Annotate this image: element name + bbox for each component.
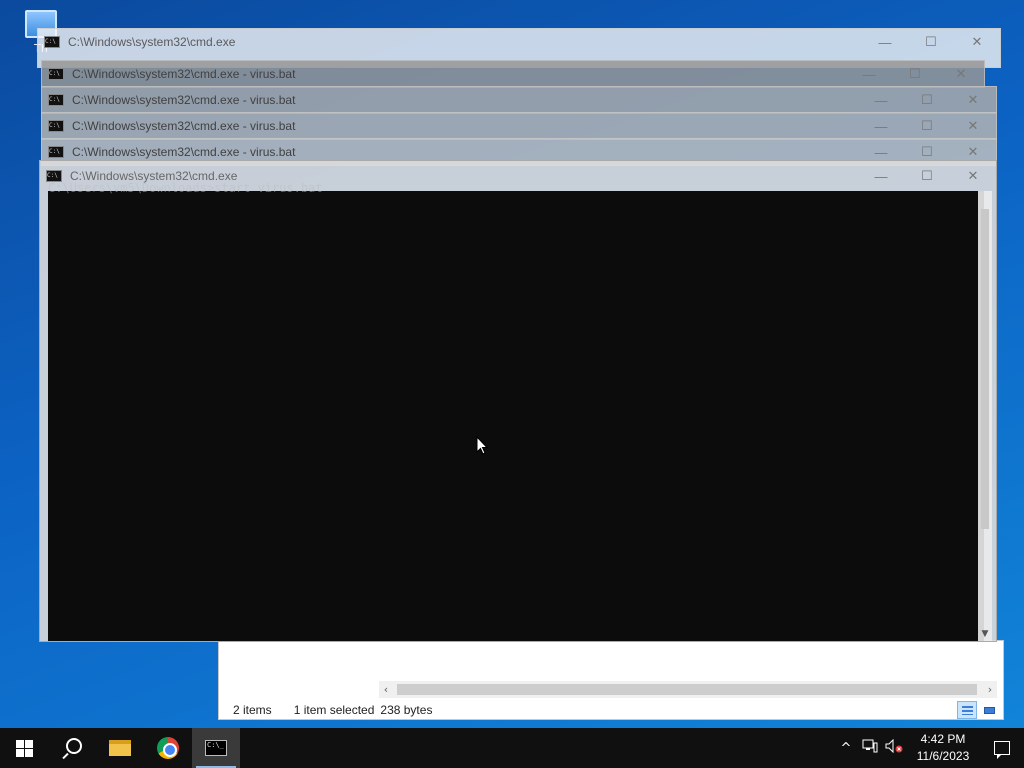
maximize-button[interactable]: ☐ [904, 168, 950, 184]
taskbar-chrome[interactable] [144, 728, 192, 768]
action-center-button[interactable] [980, 728, 1024, 768]
horizontal-scrollbar[interactable]: ‹ › [379, 681, 997, 698]
cmd-window-stack: C:\ C:\Windows\system32\cmd.exe — ☐ ✕ C:… [33, 28, 1001, 642]
maximize-button[interactable]: ☐ [892, 66, 938, 82]
taskbar-command-prompt[interactable]: C:\_ [192, 728, 240, 768]
window-title: C:\Windows\system32\cmd.exe - virus.bat [72, 67, 296, 81]
minimize-button[interactable]: — [846, 67, 892, 82]
title-bar[interactable]: C:\ C:\Windows\system32\cmd.exe - virus.… [42, 113, 996, 139]
maximize-button[interactable]: ☐ [908, 34, 954, 50]
close-button[interactable]: ✕ [950, 144, 996, 160]
maximize-button[interactable]: ☐ [904, 92, 950, 108]
close-button[interactable]: ✕ [950, 168, 996, 184]
clock[interactable]: 4:42 PM 11/6/2023 [906, 731, 980, 765]
minimize-button[interactable]: — [858, 145, 904, 160]
title-bar[interactable]: C:\ C:\Windows\system32\cmd.exe — ☐ ✕ [38, 29, 1000, 55]
minimize-button[interactable]: — [858, 119, 904, 134]
scroll-down-icon[interactable]: ▼ [978, 629, 992, 639]
cmd-icon: C:\ [48, 120, 64, 132]
system-tray: ^ 4:42 PM 11/6/2023 [834, 728, 1024, 768]
chrome-icon [157, 737, 179, 759]
close-button[interactable]: ✕ [950, 92, 996, 108]
volume-muted-icon[interactable] [882, 738, 906, 757]
window-title: C:\Windows\system32\cmd.exe - virus.bat [72, 93, 296, 107]
mouse-cursor-icon [476, 435, 489, 459]
cmd-icon: C:\ [48, 68, 64, 80]
search-button[interactable] [48, 728, 96, 768]
desktop: Th ‹ › 2 items 1 item selected 238 bytes… [0, 0, 1024, 728]
window-title: C:\Windows\system32\cmd.exe [68, 35, 236, 49]
status-bar: 2 items 1 item selected 238 bytes [219, 699, 1003, 720]
maximize-button[interactable]: ☐ [904, 118, 950, 134]
large-icons-view-icon [984, 707, 995, 714]
cmd-window[interactable]: C:\ C:\Windows\system32\cmd.exe - virus.… [41, 60, 985, 88]
taskbar: C:\_ ^ 4:42 PM 11/6/2023 [0, 728, 1024, 768]
network-icon[interactable] [858, 739, 882, 757]
close-button[interactable]: ✕ [954, 34, 1000, 50]
folder-icon [109, 740, 131, 756]
cmd-window[interactable]: C:\ C:\Windows\system32\cmd.exe - virus.… [41, 86, 997, 114]
main-cmd-window[interactable]: C:\ C:\Windows\system32\cmd.exe — ☐ ✕ C:… [39, 160, 997, 642]
clock-time: 4:42 PM [920, 732, 966, 746]
taskbar-file-explorer[interactable] [96, 728, 144, 768]
console-output[interactable]: C:\Users\vm5\Downloads>start virus.bat [48, 181, 984, 641]
search-icon [66, 738, 82, 754]
close-button[interactable]: ✕ [938, 66, 984, 82]
show-hidden-icons-button[interactable]: ^ [834, 741, 858, 756]
start-button[interactable] [0, 728, 48, 768]
scroll-thumb[interactable] [397, 684, 977, 695]
details-view-icon [962, 706, 973, 715]
title-bar[interactable]: C:\ C:\Windows\system32\cmd.exe - virus.… [42, 87, 996, 113]
title-bar[interactable]: C:\ C:\Windows\system32\cmd.exe - virus.… [42, 61, 984, 87]
cmd-window[interactable]: C:\ C:\Windows\system32\cmd.exe - virus.… [41, 112, 997, 140]
notification-icon [994, 741, 1010, 759]
command-prompt-icon: C:\_ [205, 740, 227, 756]
clock-date: 11/6/2023 [916, 749, 970, 763]
windows-icon [15, 739, 33, 757]
selection-size: 238 bytes [380, 702, 433, 717]
details-view-button[interactable] [957, 701, 977, 719]
cmd-icon: C:\ [48, 146, 64, 158]
console-line: C:\Users\vm5\Downloads>start virus.bat [48, 181, 323, 195]
minimize-button[interactable]: — [858, 169, 904, 184]
selection-status: 1 item selected [293, 702, 375, 717]
vertical-scrollbar[interactable]: ▼ [978, 191, 992, 641]
close-button[interactable]: ✕ [950, 118, 996, 134]
minimize-button[interactable]: — [862, 35, 908, 50]
window-title: C:\Windows\system32\cmd.exe - virus.bat [72, 119, 296, 133]
cmd-icon: C:\ [48, 94, 64, 106]
scroll-right-icon[interactable]: › [983, 681, 997, 698]
scroll-left-icon[interactable]: ‹ [379, 681, 393, 698]
large-icons-view-button[interactable] [979, 701, 999, 719]
window-title: C:\Windows\system32\cmd.exe - virus.bat [72, 145, 296, 159]
file-explorer-window: ‹ › 2 items 1 item selected 238 bytes [218, 640, 1004, 720]
maximize-button[interactable]: ☐ [904, 144, 950, 160]
cmd-icon: C:\ [44, 36, 60, 48]
scroll-thumb[interactable] [981, 209, 989, 529]
minimize-button[interactable]: — [858, 93, 904, 108]
item-count: 2 items [233, 702, 272, 717]
